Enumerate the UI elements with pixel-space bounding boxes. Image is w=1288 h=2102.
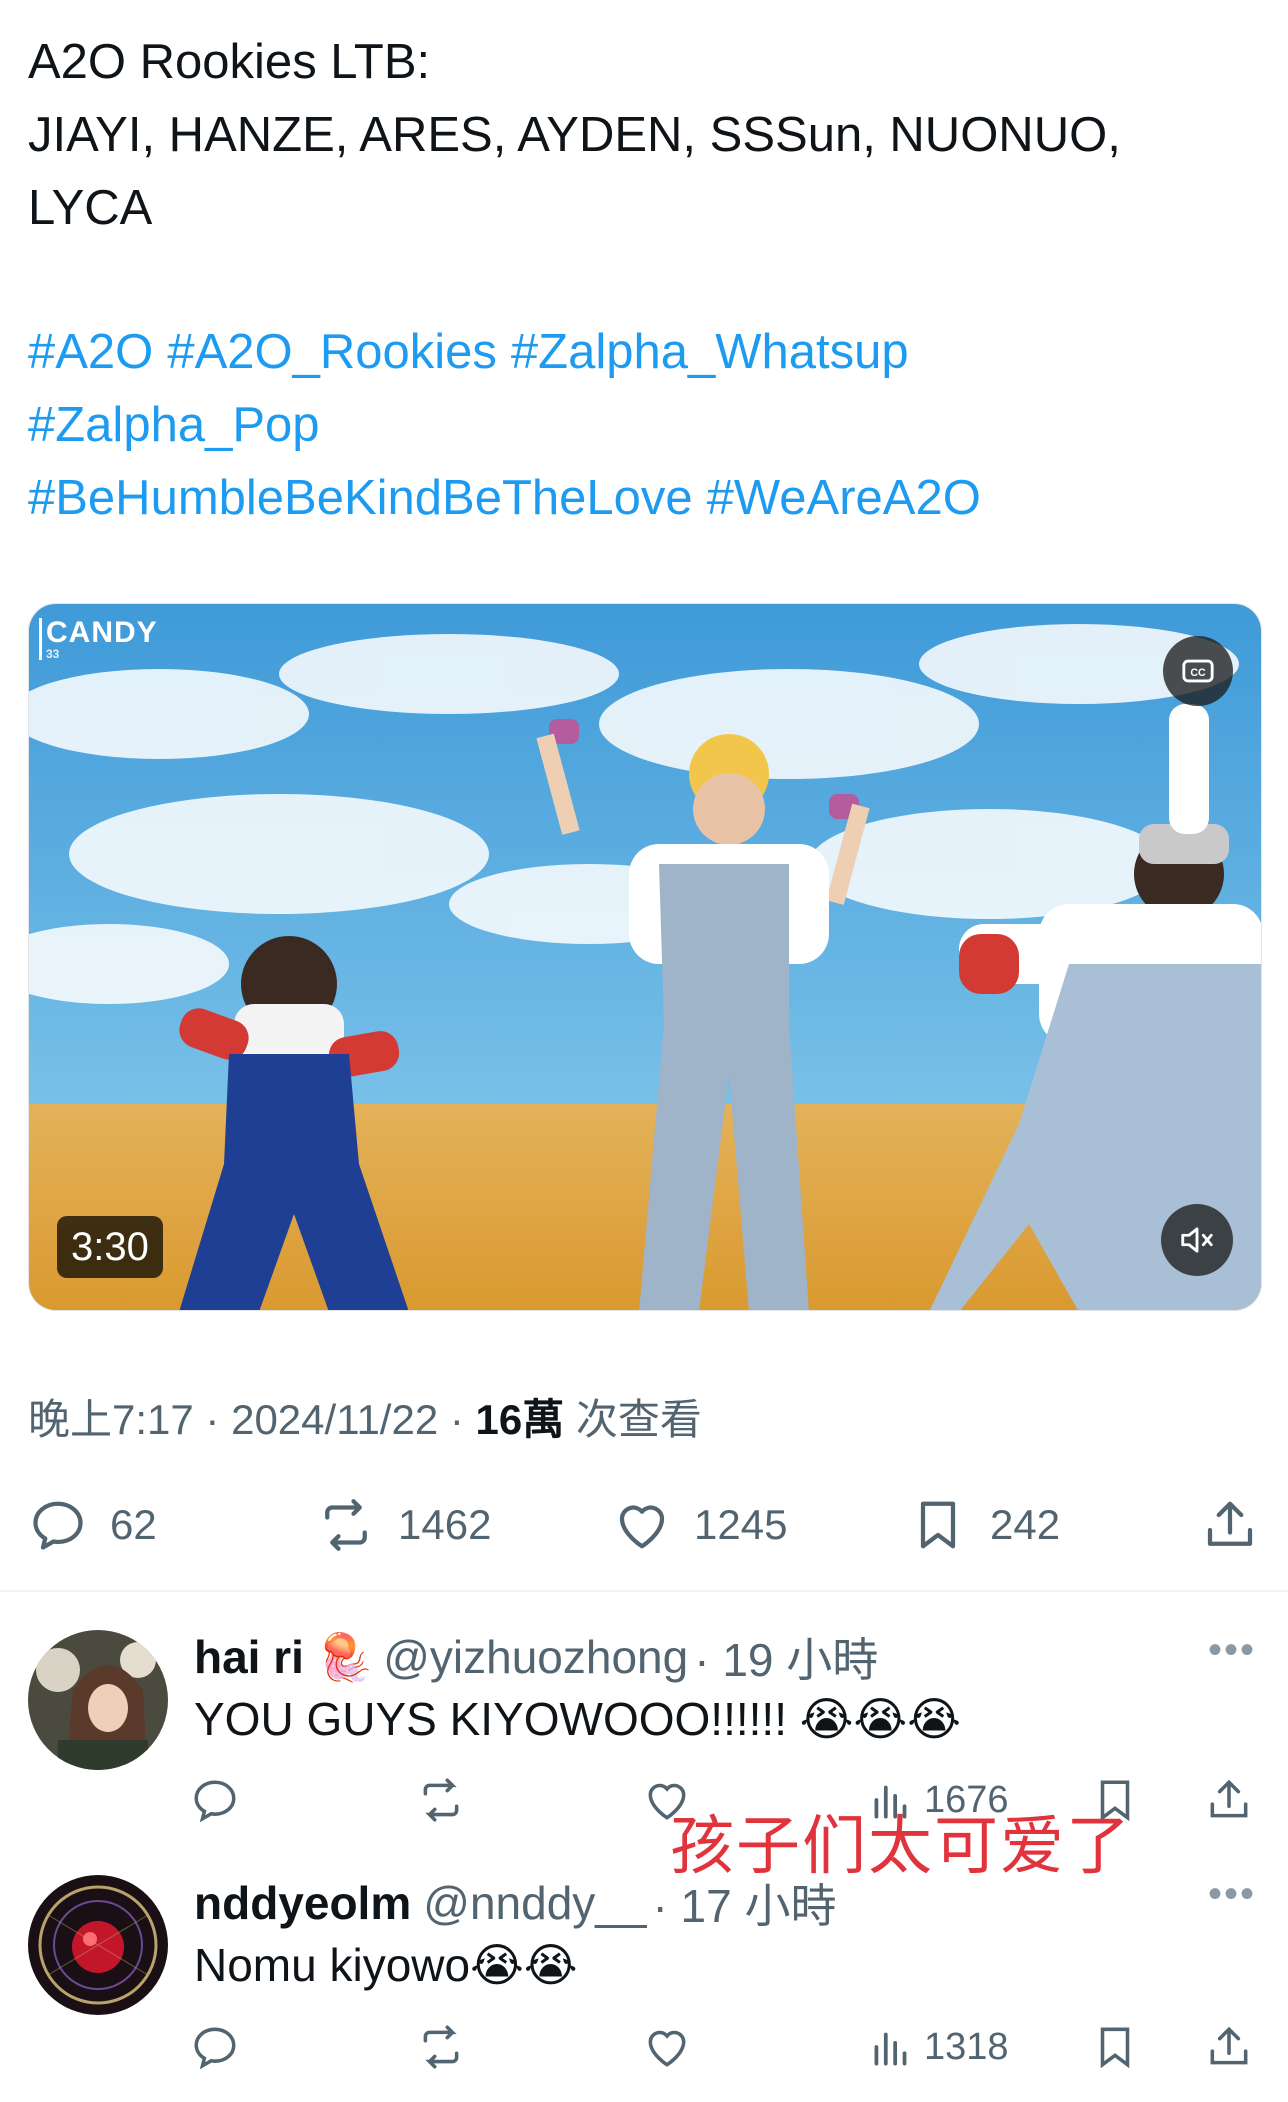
heart-icon (648, 2030, 686, 2067)
hashtags: #A2O #A2O_Rookies #Zalpha_Whatsup #Zalpha_… (28, 316, 1258, 535)
divider (0, 1590, 1288, 1592)
reply-item[interactable]: nddyeolm @nnddy__ · 17 小時 ••• Nomu kiyow… (0, 1870, 1288, 2100)
captions-icon: CC (1182, 659, 1214, 683)
separator: · (205, 1396, 220, 1443)
mute-icon (1181, 1227, 1213, 1253)
bookmark-icon (920, 1501, 956, 1549)
video-frame (29, 604, 1261, 1310)
more-button[interactable]: ••• (1208, 1628, 1256, 1673)
more-icon: ••• (1207, 1628, 1256, 1672)
channel-logo-text: CANDY (46, 616, 158, 649)
views-button[interactable]: 1318 (866, 2022, 1009, 2072)
hashtag-link[interactable]: #A2O_Rookies (167, 325, 497, 379)
reply-count: 62 (110, 1501, 157, 1548)
reply-icon (194, 2027, 236, 2070)
bookmark-icon (1100, 2027, 1130, 2069)
hashtag-link[interactable]: #BeHumbleBeKindBeTheLove (28, 471, 693, 525)
channel-logo: CANDY 33 (39, 618, 158, 660)
reply-icon (194, 1780, 236, 1823)
tweet-date[interactable]: 2024/11/22 (231, 1396, 438, 1443)
tweet-actions: 62 1462 1245 242 (0, 1490, 1288, 1560)
retweet-count: 1462 (398, 1501, 492, 1548)
views-count: 1318 (924, 2025, 1009, 2068)
heart-icon (619, 1505, 665, 1549)
channel-logo-sub: 33 (46, 647, 60, 661)
retweet-icon (423, 2025, 459, 2069)
more-icon: ••• (1207, 1872, 1256, 1916)
like-button[interactable] (642, 2022, 692, 2072)
reply-time[interactable]: · 17 小時 (652, 1870, 836, 1936)
jellyfish-emoji: 🪼 (315, 1630, 374, 1683)
video-player[interactable]: CANDY 33 CC 3:30 (28, 603, 1262, 1311)
retweet-icon (325, 1499, 367, 1551)
views-label: 次查看 (575, 1396, 702, 1443)
mute-button[interactable] (1161, 1204, 1233, 1276)
video-duration: 3:30 (57, 1216, 163, 1278)
retweet-button[interactable] (416, 2022, 466, 2072)
avatar[interactable] (28, 1630, 168, 1770)
tweet-text: A2O Rookies LTB: JIAYI, HANZE, ARES, AYD… (28, 26, 1258, 245)
bookmark-button[interactable] (1090, 2022, 1140, 2072)
hashtag-link[interactable]: #Zalpha_Pop (28, 398, 320, 452)
analytics-icon (874, 2032, 907, 2066)
separator: · (449, 1396, 464, 1443)
display-name[interactable]: hai ri (194, 1630, 304, 1684)
hashtag-link[interactable]: #Zalpha_Whatsup (511, 325, 909, 379)
like-count: 1245 (694, 1501, 788, 1548)
share-button[interactable] (1204, 1775, 1254, 1825)
like-button[interactable]: 1245 (612, 1490, 787, 1560)
reply-time[interactable]: · 19 小時 (694, 1624, 878, 1690)
bookmark-button[interactable]: 242 (908, 1490, 1060, 1560)
reply-text: YOU GUYS KIYOWOOO!!!!!! 😭😭😭 (194, 1693, 961, 1745)
reply-header: hai ri 🪼 @yizhuozhong · 19 小時 (194, 1624, 878, 1690)
retweet-icon (423, 1778, 459, 1822)
user-handle[interactable]: @yizhuozhong (383, 1630, 688, 1684)
more-button[interactable]: ••• (1208, 1872, 1256, 1917)
share-button[interactable] (1204, 2022, 1254, 2072)
svg-text:CC: CC (1190, 667, 1206, 679)
reply-button[interactable] (190, 1775, 240, 1825)
bookmark-count: 242 (990, 1501, 1061, 1548)
views-count: 16萬 (475, 1396, 565, 1443)
share-icon (1207, 1501, 1253, 1546)
avatar-image (28, 1630, 168, 1770)
tweet-time[interactable]: 晚上7:17 (28, 1396, 194, 1443)
tweet-text-line: A2O Rookies LTB: (28, 35, 431, 89)
tweet-meta: 晚上7:17 · 2024/11/22 · 16萬 次查看 (28, 1386, 702, 1447)
share-button[interactable] (1200, 1490, 1260, 1560)
avatar[interactable] (28, 1875, 168, 2015)
hashtag-link[interactable]: #WeAreA2O (707, 471, 981, 525)
retweet-button[interactable]: 1462 (316, 1490, 491, 1560)
retweet-button[interactable] (416, 1775, 466, 1825)
reply-button[interactable] (190, 2022, 240, 2072)
user-handle[interactable]: @nnddy__ (423, 1876, 646, 1930)
share-icon (1210, 1779, 1248, 1818)
reply-button[interactable]: 62 (28, 1490, 157, 1560)
hashtag-link[interactable]: #A2O (28, 325, 153, 379)
display-name[interactable]: nddyeolm (194, 1876, 411, 1930)
tweet-text-line: JIAYI, HANZE, ARES, AYDEN, SSSun, NUONUO… (28, 108, 1121, 162)
reply-text: Nomu kiyowo😭😭 (194, 1939, 578, 1991)
captions-button[interactable]: CC (1163, 636, 1233, 706)
reply-header: nddyeolm @nnddy__ · 17 小時 (194, 1870, 837, 1936)
avatar-image (28, 1875, 168, 2015)
reply-icon (33, 1501, 83, 1550)
share-icon (1210, 2026, 1248, 2065)
tweet-text-line: LYCA (28, 181, 153, 235)
